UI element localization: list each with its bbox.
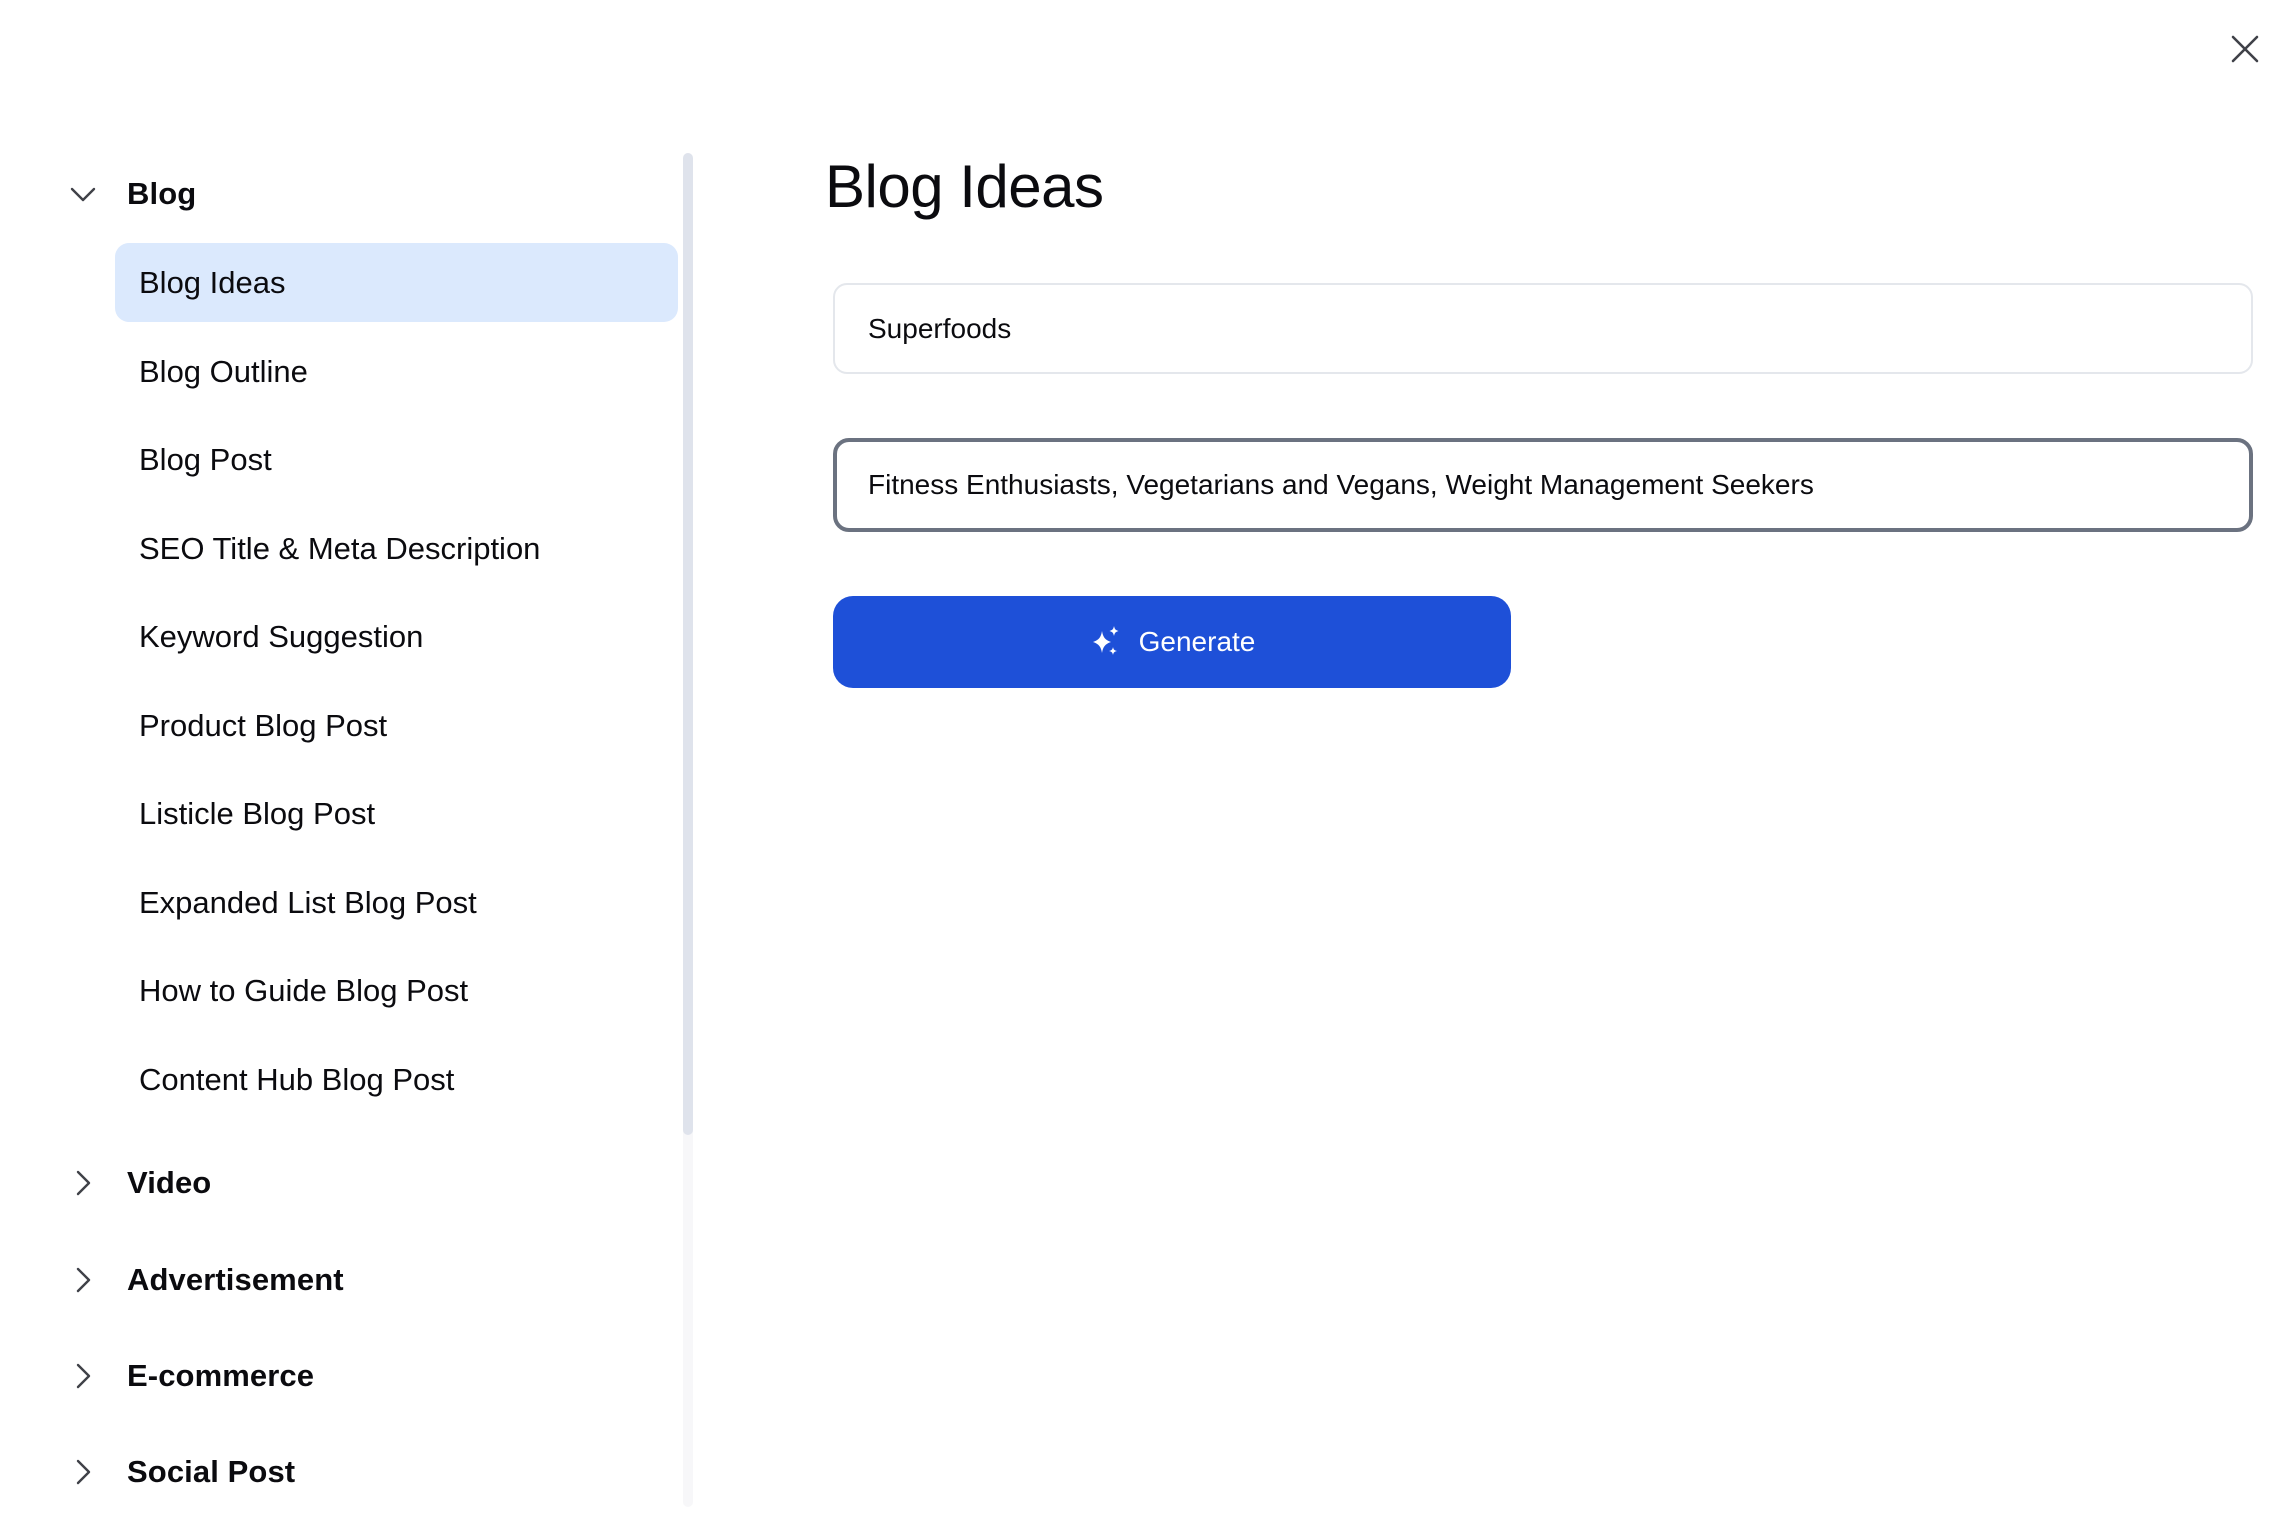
sidebar-item-label: Keyword Suggestion xyxy=(139,618,424,654)
sidebar-group-e-commerce[interactable]: E-commerce xyxy=(60,1346,314,1406)
sidebar-item-listicle-blog-post[interactable]: Listicle Blog Post xyxy=(115,774,678,853)
close-icon xyxy=(2231,35,2259,63)
close-button[interactable] xyxy=(2222,26,2268,72)
sidebar-item-label: How to Guide Blog Post xyxy=(139,972,469,1008)
sidebar-item-blog-outline[interactable]: Blog Outline xyxy=(115,332,678,411)
sidebar-item-label: Blog Ideas xyxy=(139,264,286,300)
sidebar-item-label: Content Hub Blog Post xyxy=(139,1061,455,1097)
sidebar-group-social-post[interactable]: Social Post xyxy=(60,1442,295,1502)
sidebar-group-label: E-commerce xyxy=(127,1358,315,1393)
audience-input[interactable] xyxy=(837,469,2249,501)
sidebar-group-advertisement[interactable]: Advertisement xyxy=(60,1250,344,1310)
chevron-right-icon xyxy=(60,1353,106,1399)
topic-input[interactable] xyxy=(835,312,2251,345)
sidebar-item-how-to-guide-blog-post[interactable]: How to Guide Blog Post xyxy=(115,951,678,1030)
sidebar-group-label: Blog xyxy=(127,176,197,211)
sidebar-group-label: Advertisement xyxy=(127,1262,344,1297)
sidebar-item-expanded-list-blog-post[interactable]: Expanded List Blog Post xyxy=(115,863,678,942)
chevron-right-icon xyxy=(60,1449,106,1495)
sidebar-item-label: Listicle Blog Post xyxy=(139,795,376,831)
chevron-right-icon xyxy=(60,1257,106,1303)
sidebar-item-label: SEO Title & Meta Description xyxy=(139,530,541,566)
topic-field[interactable] xyxy=(833,283,2253,374)
sparkles-icon xyxy=(1092,626,1119,655)
sidebar-item-blog-post[interactable]: Blog Post xyxy=(115,420,678,499)
generate-button-label: Generate xyxy=(1138,626,1256,657)
generate-button[interactable]: Generate xyxy=(833,596,1511,688)
sidebar-item-label: Blog Post xyxy=(139,441,272,477)
sidebar-group-video[interactable]: Video xyxy=(60,1153,211,1213)
sidebar-scrollbar-thumb[interactable] xyxy=(683,153,693,1135)
chevron-right-icon xyxy=(60,1160,106,1206)
sidebar-item-content-hub-blog-post[interactable]: Content Hub Blog Post xyxy=(115,1040,678,1119)
sidebar-item-keyword-suggestion[interactable]: Keyword Suggestion xyxy=(115,597,678,676)
sidebar-item-label: Expanded List Blog Post xyxy=(139,884,477,920)
page-title: Blog Ideas xyxy=(825,153,1104,220)
sidebar-item-blog-ideas[interactable]: Blog Ideas xyxy=(115,243,678,322)
audience-field[interactable] xyxy=(833,438,2253,532)
sidebar-item-seo-title-meta[interactable]: SEO Title & Meta Description xyxy=(115,509,678,588)
sidebar-group-blog[interactable]: Blog xyxy=(60,164,196,224)
sidebar-item-product-blog-post[interactable]: Product Blog Post xyxy=(115,686,678,765)
sidebar-group-label: Video xyxy=(127,1165,212,1200)
sidebar-item-label: Blog Outline xyxy=(139,353,308,389)
sidebar-group-label: Social Post xyxy=(127,1454,296,1489)
sidebar-item-label: Product Blog Post xyxy=(139,707,388,743)
chevron-down-icon xyxy=(60,171,106,217)
